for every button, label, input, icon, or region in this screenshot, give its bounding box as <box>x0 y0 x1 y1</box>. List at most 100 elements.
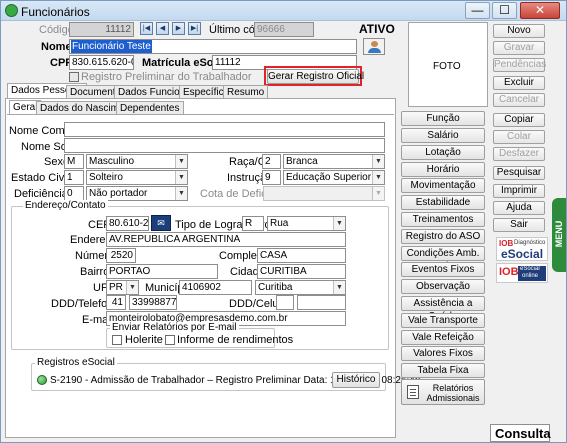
sair-button[interactable]: Sair <box>493 218 545 232</box>
imprimir-button[interactable]: Imprimir <box>493 184 545 198</box>
iob-diagnostico-text: Diagnóstico <box>514 240 546 246</box>
deficiencia-label: Deficiência <box>14 188 68 200</box>
estado-civil-label: Estado Civil <box>11 172 70 184</box>
nome-field[interactable]: Funcionário Teste <box>69 39 357 54</box>
novo-button[interactable]: Novo <box>493 24 545 38</box>
telefone-field[interactable]: 33998877 <box>129 295 177 310</box>
last-record-icon[interactable]: ▶| <box>188 22 201 35</box>
historico-button[interactable]: Histórico <box>332 372 380 388</box>
tipo-code-field[interactable]: R <box>242 216 264 231</box>
instrucao-code-field[interactable]: 9 <box>262 170 281 185</box>
title-bar: Funcionários — ☐ ✕ <box>1 1 566 21</box>
endereco-field[interactable]: AV.REPUBLICA ARGENTINA <box>106 232 346 247</box>
relatorios-label: Relatórios Admissionais <box>426 383 480 403</box>
raca-code-field[interactable]: 2 <box>262 154 281 169</box>
uf-select[interactable]: PR ▼ <box>106 280 139 295</box>
gravar-button[interactable]: Gravar <box>493 41 545 55</box>
iob-esocial-online-logo[interactable]: IOB eSocial online <box>496 263 548 283</box>
municipio-code-field[interactable]: 4106902 <box>179 280 252 295</box>
holerite-checkbox[interactable] <box>112 335 122 345</box>
observacao-button[interactable]: Observação <box>401 279 485 294</box>
next-record-icon[interactable]: ▶ <box>172 22 185 35</box>
cancelar-button[interactable]: Cancelar <box>493 93 545 107</box>
iob-diagnostico-logo[interactable]: IOB Diagnóstico eSocial <box>496 237 548 261</box>
holerite-label: Holerite <box>125 334 163 346</box>
salario-button[interactable]: Salário <box>401 128 485 143</box>
raca-select[interactable]: Branca ▼ <box>283 154 385 169</box>
nome-social-field[interactable] <box>64 138 385 153</box>
bairro-field[interactable]: PORTAO <box>106 264 218 279</box>
sexo-code-field[interactable]: M <box>64 154 84 169</box>
informe-checkbox[interactable] <box>165 335 175 345</box>
tabela-fixa-button[interactable]: Tabela Fixa <box>401 363 485 378</box>
movimentacao-button[interactable]: Movimentação <box>401 178 485 193</box>
chevron-down-icon: ▼ <box>175 171 187 184</box>
ddd-celular-field[interactable] <box>276 295 294 310</box>
deficiencia-select[interactable]: Não portador ▼ <box>86 186 188 201</box>
registro-aso-button[interactable]: Registro do ASO <box>401 229 485 244</box>
preliminar-checkbox[interactable] <box>69 72 79 82</box>
lotacao-button[interactable]: Lotação <box>401 145 485 160</box>
tab-resumo[interactable]: Resumo <box>223 85 269 99</box>
copiar-button[interactable]: Copiar <box>493 113 545 127</box>
cidade-field[interactable]: CURITIBA <box>257 264 346 279</box>
numero-field[interactable]: 2520 <box>106 248 136 263</box>
treinamentos-button[interactable]: Treinamentos <box>401 212 485 227</box>
close-button[interactable]: ✕ <box>520 2 560 19</box>
prev-record-icon[interactable]: ◀ <box>156 22 169 35</box>
funcao-button[interactable]: Função <box>401 111 485 126</box>
ddd-telefone-field[interactable]: 41 <box>106 295 126 310</box>
cpf-field[interactable]: 830.615.620-01 <box>69 55 134 70</box>
consulta-label: Consulta <box>495 426 551 441</box>
complemento-field[interactable]: CASA <box>257 248 346 263</box>
consulta-status: Consulta <box>490 424 551 442</box>
nome-label: Nome <box>41 41 72 53</box>
deficiencia-code-field[interactable]: 0 <box>64 186 84 201</box>
celular-field[interactable] <box>297 295 346 310</box>
desfazer-button[interactable]: Desfazer <box>493 147 545 161</box>
cota-select[interactable]: ▼ <box>263 186 385 201</box>
enviar-group-title: Enviar Relatórios por E-mail <box>110 322 239 333</box>
correios-search-icon[interactable]: ✉ <box>151 215 171 231</box>
condicoes-amb-button[interactable]: Condições Amb. Trab. <box>401 246 485 272</box>
maximize-button[interactable]: ☐ <box>492 2 517 19</box>
horario-button[interactable]: Horário <box>401 162 485 177</box>
instrucao-select[interactable]: Educação Superior complet▼ <box>283 170 385 185</box>
codigo-field[interactable]: 11112 <box>69 22 134 37</box>
assistencia-saude-button[interactable]: Assistência a Saúde <box>401 296 485 322</box>
green-status-icon <box>37 375 47 385</box>
esocial-online-line1: eSocial <box>520 266 540 272</box>
subtab-divider <box>7 114 394 115</box>
first-record-icon[interactable]: |◀ <box>140 22 153 35</box>
ajuda-button[interactable]: Ajuda <box>493 201 545 215</box>
uf-select-value: PR <box>109 282 123 293</box>
valores-fixos-button[interactable]: Valores Fixos <box>401 346 485 361</box>
sexo-select[interactable]: Masculino ▼ <box>86 154 188 169</box>
pendencias-button[interactable]: Pendências <box>493 58 546 72</box>
nome-completo-field[interactable] <box>64 122 385 137</box>
photo-box[interactable]: FOTO <box>408 22 488 107</box>
vale-transporte-button[interactable]: Vale Transporte <box>401 313 485 328</box>
relatorios-admissionais-button[interactable]: Relatórios Admissionais <box>401 379 485 405</box>
instrucao-select-value: Educação Superior complet <box>286 172 384 183</box>
preliminar-label: Registro Preliminar do Trabalhador <box>81 71 252 83</box>
tab-dependentes[interactable]: Dependentes <box>116 101 184 115</box>
minimize-button[interactable]: — <box>465 2 490 19</box>
vale-refeicao-button[interactable]: Vale Refeição <box>401 330 485 345</box>
tipo-select[interactable]: Rua ▼ <box>267 216 346 231</box>
estado-civil-code-field[interactable]: 1 <box>64 170 84 185</box>
estado-civil-select[interactable]: Solteiro ▼ <box>86 170 188 185</box>
menu-side-tab[interactable]: MENU <box>552 198 566 272</box>
pesquisar-button[interactable]: Pesquisar <box>493 166 545 180</box>
colar-button[interactable]: Colar <box>493 130 545 144</box>
window-title: Funcionários <box>21 5 90 19</box>
user-photo-icon[interactable] <box>363 38 385 55</box>
gerar-registro-oficial-button[interactable]: Gerar Registro Oficial <box>267 69 364 84</box>
estabilidade-button[interactable]: Estabilidade <box>401 195 485 210</box>
sexo-select-value: Masculino <box>89 156 135 167</box>
excluir-button[interactable]: Excluir <box>493 76 545 90</box>
cep-field[interactable]: 80.610-272 <box>106 216 149 231</box>
municipio-select-value: Curitiba <box>258 282 293 293</box>
municipio-select[interactable]: Curitiba ▼ <box>255 280 346 295</box>
eventos-fixos-button[interactable]: Eventos Fixos <box>401 262 485 277</box>
